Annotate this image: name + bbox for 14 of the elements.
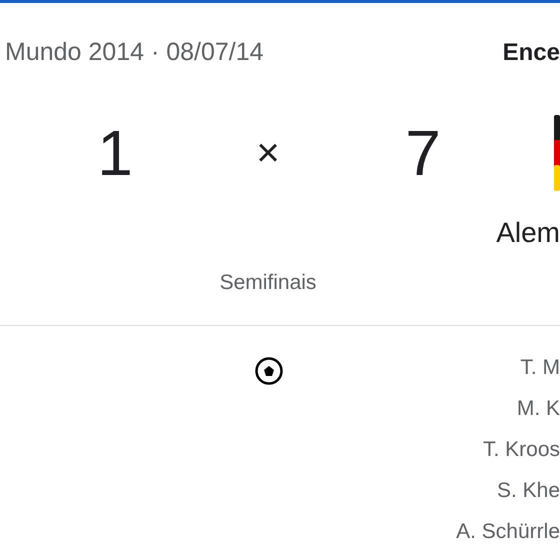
scorer-name: S. Khe: [496, 479, 560, 503]
scorer-name: M. K: [516, 397, 560, 421]
home-score: 1: [96, 121, 134, 185]
match-status: Ence: [502, 38, 560, 68]
scorer-name: T. M: [520, 356, 560, 380]
match-info: Mundo 2014 · 08/07/14: [5, 37, 264, 68]
away-score: 7: [404, 121, 442, 185]
match-stage: Semifinais: [220, 270, 316, 296]
scorer-name: A. Schürrle: [456, 520, 560, 544]
soccer-ball-icon: [254, 356, 284, 386]
scorer-name: T. Kroos: [482, 438, 560, 462]
team-name: Alem: [496, 216, 560, 250]
score-separator: ×: [255, 133, 281, 173]
flag-icon: [554, 115, 560, 191]
